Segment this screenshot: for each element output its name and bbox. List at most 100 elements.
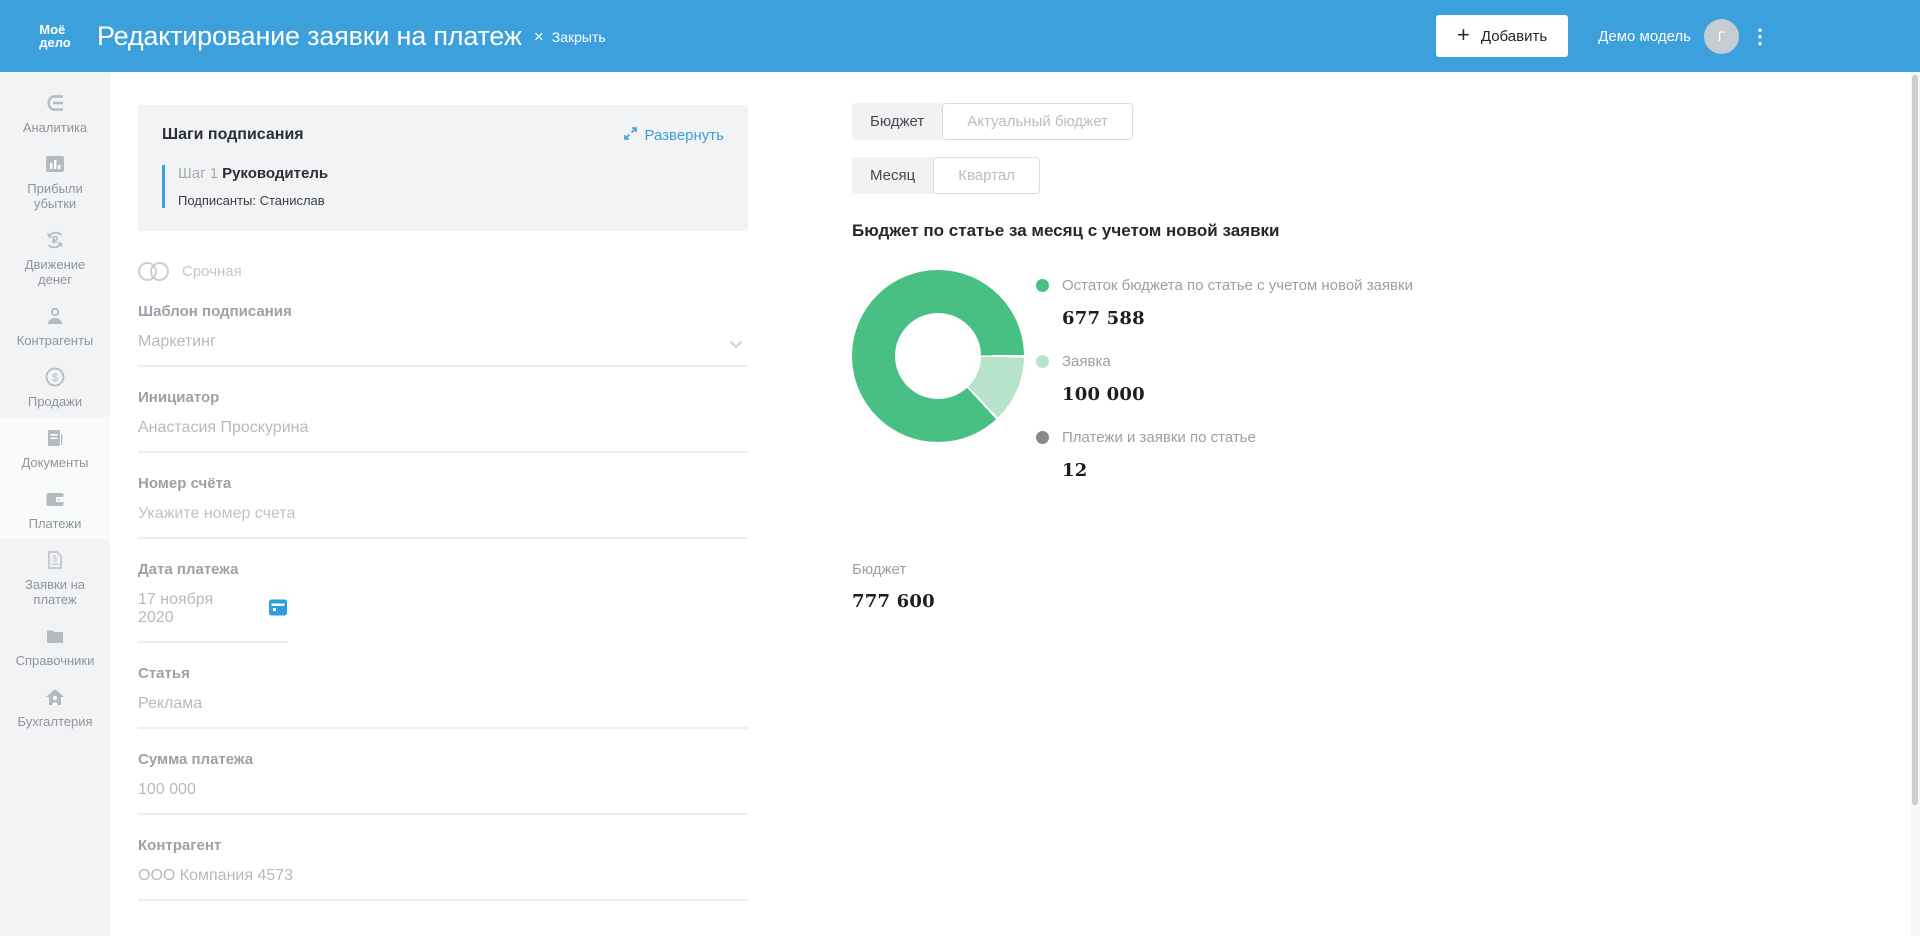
legend-dot-remaining xyxy=(1036,279,1049,292)
money-flow-icon: ₽ xyxy=(43,227,67,253)
field-payment-amount: Сумма платежа 100 000 xyxy=(138,751,748,815)
legend-label: Остаток бюджета по статье с учетом новой… xyxy=(1062,277,1413,294)
close-icon[interactable]: × xyxy=(534,28,544,45)
urgent-toggle-label: Срочная xyxy=(182,263,242,280)
legend-item: Платежи и заявки по статье xyxy=(1036,429,1413,446)
signing-steps-card: Шаги подписания Развернуть Шаг 1Руководи… xyxy=(138,105,748,231)
field-counterparty: Контрагент ООО Компания 4573 xyxy=(138,837,748,901)
legend-label: Заявка xyxy=(1062,353,1111,370)
svg-text:₽: ₽ xyxy=(52,236,59,247)
signing-step-item: Шаг 1Руководитель Подписанты: Станислав xyxy=(162,165,724,208)
chevron-down-icon[interactable] xyxy=(729,336,743,354)
legend-value: 100 000 xyxy=(1062,384,1413,405)
kebab-menu-icon[interactable]: ⋮ xyxy=(1750,24,1770,49)
tab-actual-budget[interactable]: Актуальный бюджет xyxy=(942,103,1133,140)
wallet-icon xyxy=(43,486,67,512)
signing-steps-title: Шаги подписания xyxy=(162,126,304,144)
payment-request-icon: $ xyxy=(43,547,67,573)
budget-view-tabs: Бюджет Актуальный бюджет xyxy=(852,103,1552,140)
field-label: Контрагент xyxy=(138,837,748,854)
legend-dot-payments-count xyxy=(1036,431,1049,444)
sidebar-item-accounting[interactable]: Бухгалтерия xyxy=(0,676,110,737)
close-label: Закрыть xyxy=(552,29,606,45)
field-label: Шаблон подписания xyxy=(138,303,748,320)
budget-period-tabs: Месяц Квартал xyxy=(852,157,1552,194)
person-icon xyxy=(43,303,67,329)
field-payment-date: Дата платежа 17 ноября 2020 xyxy=(138,561,748,643)
sidebar-item-sales[interactable]: $ Продажи xyxy=(0,356,110,417)
sidebar-item-directories[interactable]: Справочники xyxy=(0,615,110,676)
urgent-toggle[interactable] xyxy=(138,262,169,281)
article-select[interactable]: Реклама xyxy=(138,695,748,729)
legend-item: Остаток бюджета по статье с учетом новой… xyxy=(1036,277,1413,294)
tab-month[interactable]: Месяц xyxy=(852,157,933,194)
chart-title: Бюджет по статье за месяц с учетом новой… xyxy=(852,221,1552,241)
expand-icon xyxy=(624,127,637,144)
budget-panel: Бюджет Актуальный бюджет Месяц Квартал Б… xyxy=(852,103,1552,612)
folder-icon xyxy=(43,623,67,649)
signing-template-select[interactable]: Маркетинг xyxy=(138,333,748,367)
avatar[interactable]: Г xyxy=(1704,19,1739,54)
expand-button[interactable]: Развернуть xyxy=(624,127,724,144)
add-button[interactable]: + Добавить xyxy=(1436,15,1568,57)
budget-total-label: Бюджет xyxy=(852,561,1552,578)
field-label: Номер счёта xyxy=(138,475,748,492)
field-label: Дата платежа xyxy=(138,561,748,578)
budget-total: Бюджет 777 600 xyxy=(852,561,1552,612)
scrollbar xyxy=(1911,72,1920,936)
chart-legend: Остаток бюджета по статье с учетом новой… xyxy=(1036,270,1413,505)
payment-amount-input[interactable]: 100 000 xyxy=(138,781,748,815)
legend-value: 677 588 xyxy=(1062,308,1413,329)
close-button[interactable]: × Закрыть xyxy=(534,28,606,45)
donut-chart xyxy=(852,270,1024,442)
sidebar-item-profit-loss[interactable]: Прибыли убытки xyxy=(0,143,110,219)
page-title: Редактирование заявки на платеж xyxy=(97,21,522,52)
scrollbar-thumb[interactable] xyxy=(1912,75,1918,805)
step-signers: Подписанты: Станислав xyxy=(178,193,724,208)
step-number: Шаг 1 xyxy=(178,165,218,182)
analytics-icon xyxy=(43,90,67,116)
logo-line2: дело xyxy=(39,36,71,49)
sidebar-item-payments[interactable]: Платежи xyxy=(0,478,110,539)
app-logo[interactable]: Моё дело xyxy=(0,23,110,49)
field-initiator: Инициатор Анастасия Проскурина xyxy=(138,389,748,453)
house-icon xyxy=(43,684,67,710)
bar-chart-icon xyxy=(43,151,67,177)
svg-text:$: $ xyxy=(52,372,58,384)
plus-icon: + xyxy=(1457,24,1470,46)
field-label: Сумма платежа xyxy=(138,751,748,768)
step-role: Руководитель xyxy=(222,165,328,182)
initiator-input[interactable]: Анастасия Проскурина xyxy=(138,419,748,453)
field-signing-template: Шаблон подписания Маркетинг xyxy=(138,303,748,367)
sidebar-item-analytics[interactable]: Аналитика xyxy=(0,82,110,143)
field-label: Инициатор xyxy=(138,389,748,406)
legend-dot-request xyxy=(1036,355,1049,368)
calendar-icon[interactable] xyxy=(268,597,288,622)
tab-quarter[interactable]: Квартал xyxy=(933,157,1040,194)
app-header: Моё дело Редактирование заявки на платеж… xyxy=(0,0,1920,72)
dollar-circle-icon: $ xyxy=(43,364,67,390)
field-article: Статья Реклама xyxy=(138,665,748,729)
invoice-number-input[interactable]: Укажите номер счета xyxy=(138,505,748,539)
sidebar-item-money-flow[interactable]: ₽ Движение денег xyxy=(0,219,110,295)
payment-request-form: Шаги подписания Развернуть Шаг 1Руководи… xyxy=(138,105,748,901)
svg-text:$: $ xyxy=(52,554,57,564)
sidebar-item-counterparties[interactable]: Контрагенты xyxy=(0,295,110,356)
expand-label: Развернуть xyxy=(644,127,724,144)
sidebar-item-documents[interactable]: Документы xyxy=(0,417,110,478)
toggle-track xyxy=(150,262,169,281)
main-content: Шаги подписания Развернуть Шаг 1Руководи… xyxy=(110,72,1920,936)
tab-budget[interactable]: Бюджет xyxy=(852,103,942,140)
payment-date-input[interactable]: 17 ноября 2020 xyxy=(138,591,288,643)
field-label: Статья xyxy=(138,665,748,682)
legend-label: Платежи и заявки по статье xyxy=(1062,429,1256,446)
user-name[interactable]: Демо модель xyxy=(1598,28,1691,45)
budget-total-value: 777 600 xyxy=(852,591,1552,612)
legend-value: 12 xyxy=(1062,460,1413,481)
field-invoice-number: Номер счёта Укажите номер счета xyxy=(138,475,748,539)
user-menu[interactable]: Демо модель Г ⋮ xyxy=(1598,19,1770,54)
sidebar: Аналитика Прибыли убытки ₽ Движение дене… xyxy=(0,72,110,936)
sidebar-item-payment-requests[interactable]: $ Заявки на платеж xyxy=(0,539,110,615)
counterparty-input[interactable]: ООО Компания 4573 xyxy=(138,867,748,901)
legend-item: Заявка xyxy=(1036,353,1413,370)
